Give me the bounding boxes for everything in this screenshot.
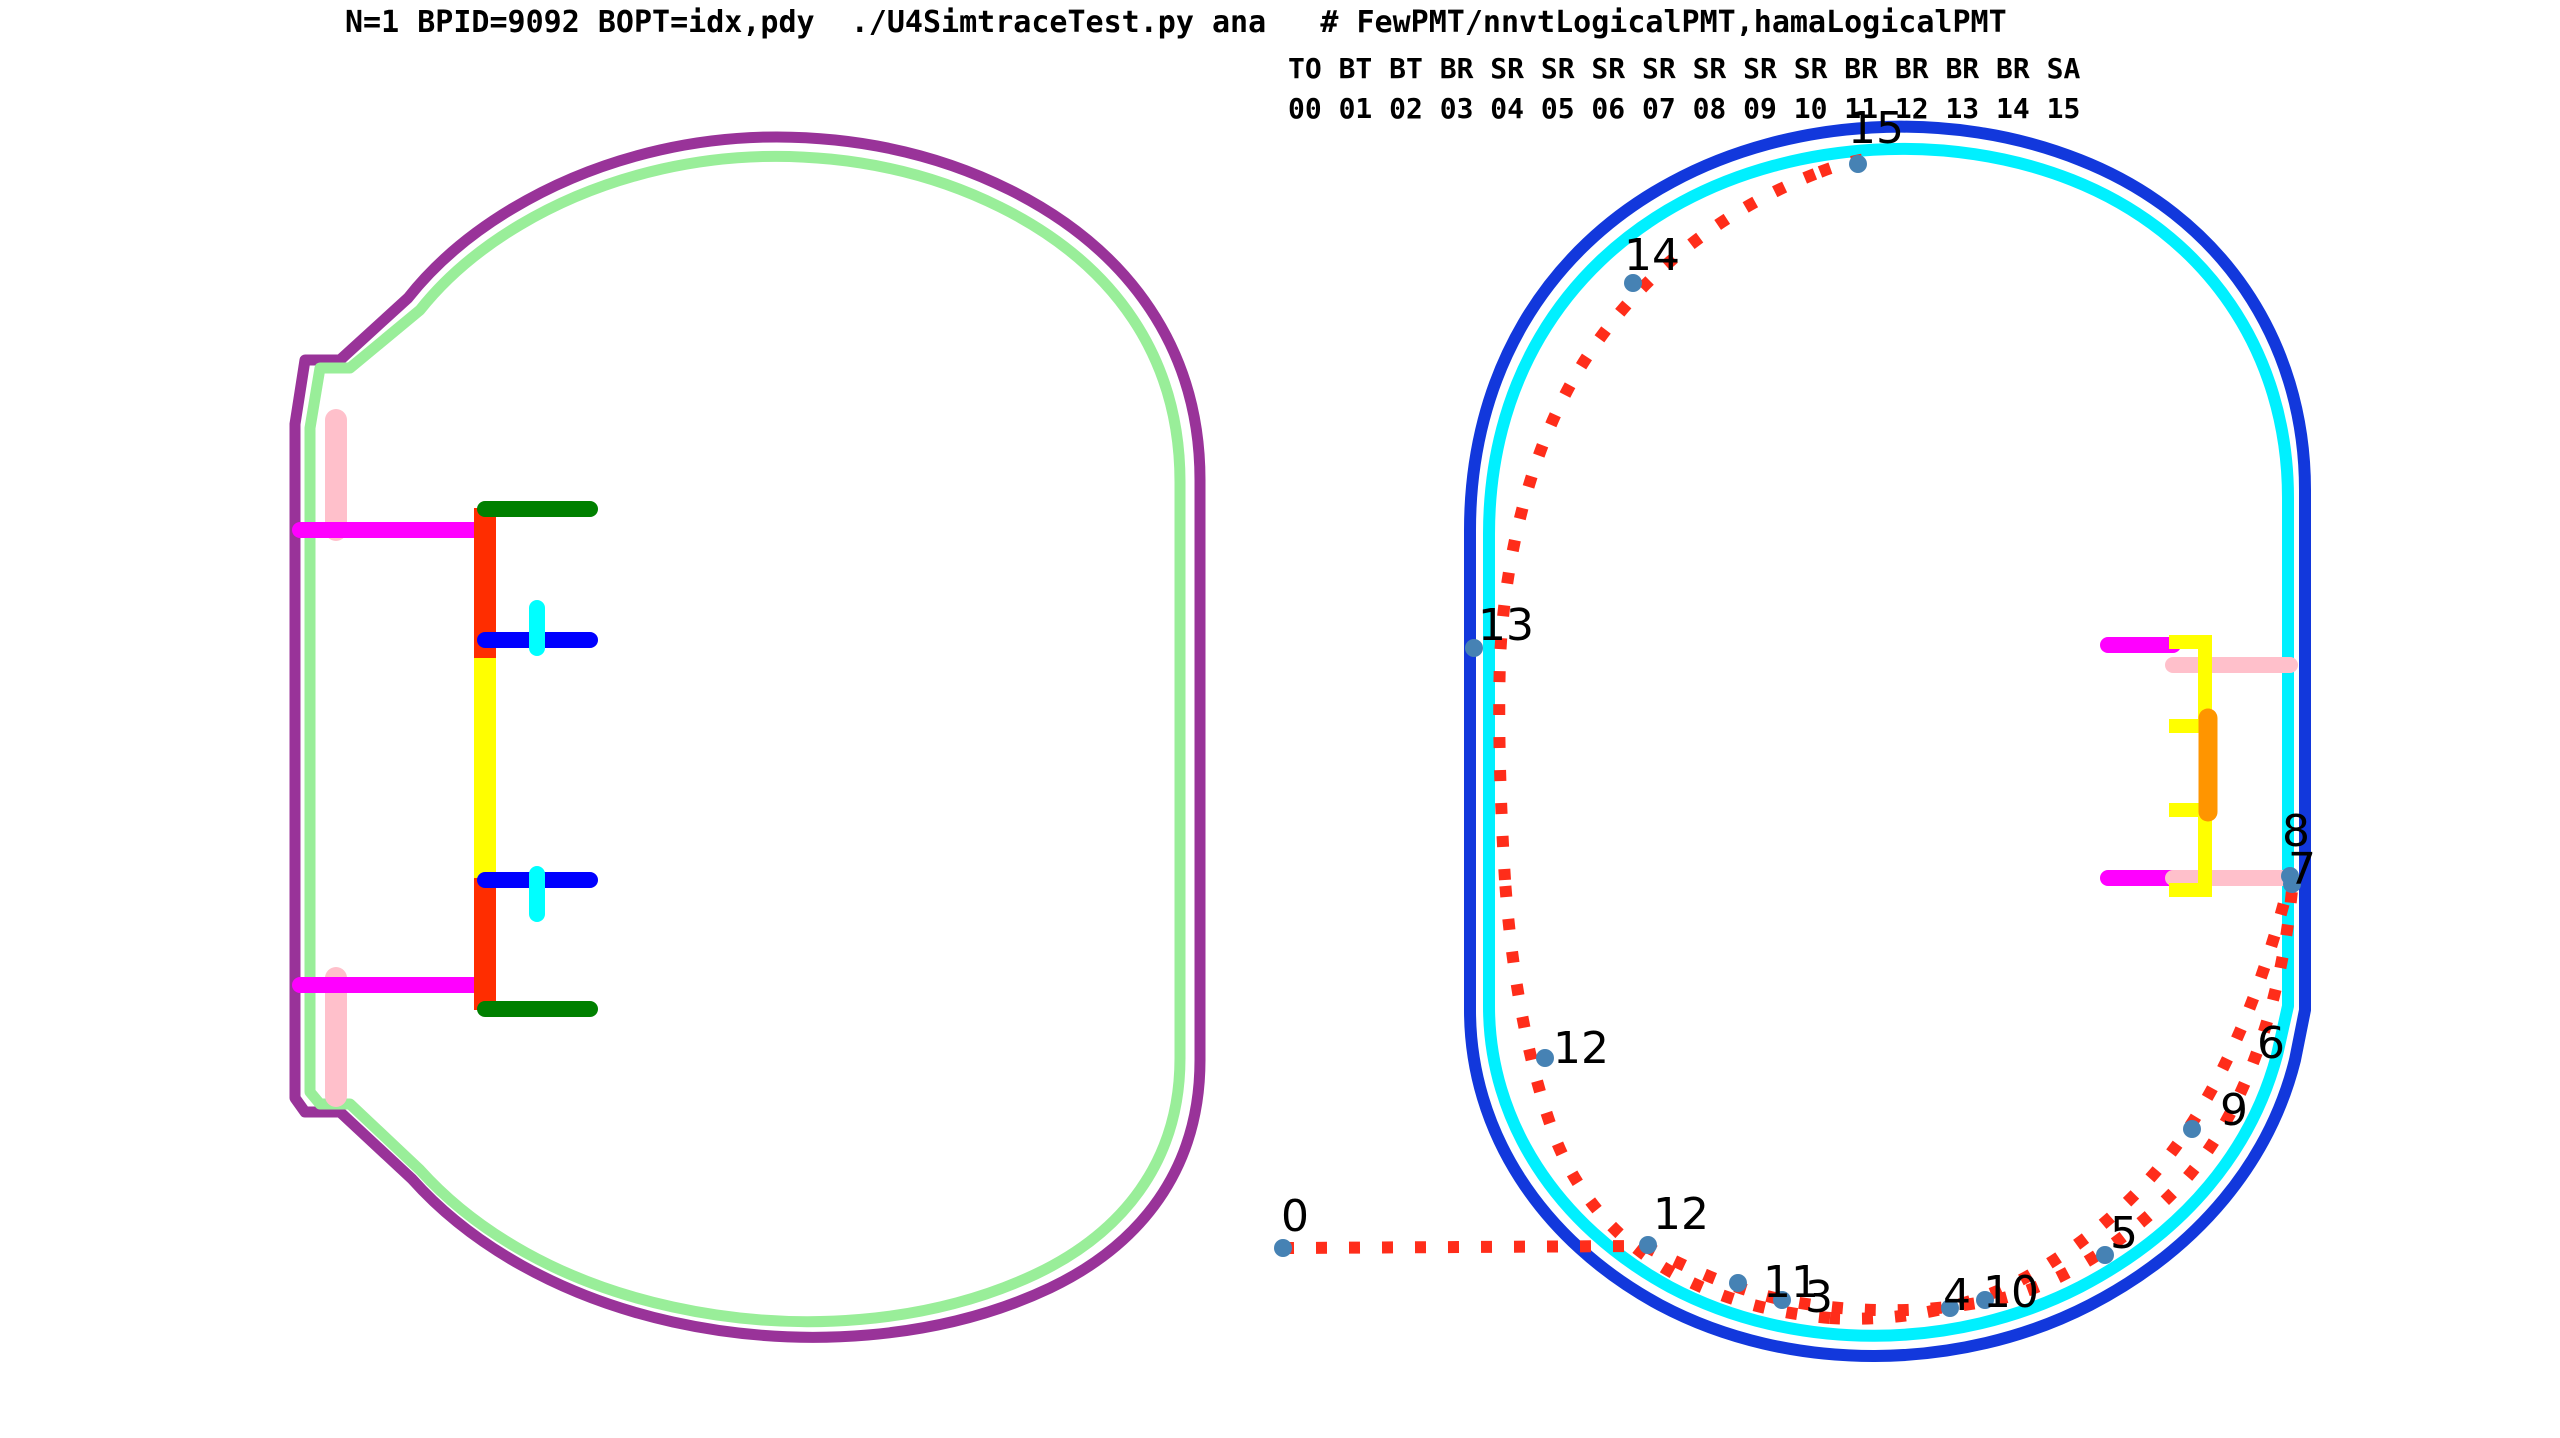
step-label-13: 13	[1478, 600, 1534, 651]
step-label-3: 3	[1805, 1272, 1833, 1323]
step-label-10: 10	[1983, 1267, 2039, 1318]
intersect-marker	[1849, 155, 1867, 173]
step-label-8: 8	[2282, 806, 2310, 857]
photon-segment-incoming	[1282, 1240, 1646, 1254]
step-label-5: 5	[2110, 1208, 2138, 1259]
step-label-12: 12	[1653, 1189, 1709, 1240]
hama-outer-outline	[1464, 120, 2311, 1362]
geometry-scene: 0 12 11 3 4 10 5 9 6 7 8 12 13 14 15	[289, 103, 2316, 1362]
nnvt-outer-outline	[289, 131, 1206, 1343]
step-label-group: 0 12 11 3 4 10 5 9 6 7 8 12 13 14 15	[1281, 103, 2316, 1323]
right-pmt-group	[1464, 120, 2311, 1362]
left-pmt-group	[289, 131, 1206, 1343]
intersect-marker	[1729, 1274, 1747, 1292]
step-label-9: 9	[2220, 1085, 2248, 1136]
nnvt-inner-outline	[304, 150, 1186, 1328]
hama-inner-outline	[1483, 142, 2294, 1342]
simtrace-plot-canvas: N=1 BPID=9092 BOPT=idx,pdy ./U4SimtraceT…	[0, 0, 2560, 1438]
step-label-0: 0	[1281, 1191, 1309, 1242]
step-label-6: 6	[2257, 1018, 2285, 1069]
photon-segment-bottom	[1642, 889, 2298, 1317]
photon-path-group	[1274, 152, 2301, 1325]
step-label-14: 14	[1624, 230, 1680, 281]
step-label-4: 4	[1943, 1270, 1971, 1321]
step-label-12b: 12	[1553, 1023, 1609, 1074]
intersect-marker	[2183, 1120, 2201, 1138]
step-label-15: 15	[1848, 103, 1904, 154]
intersect-marker	[1536, 1049, 1554, 1067]
hama-upper-yellow-bracket	[2169, 635, 2212, 733]
